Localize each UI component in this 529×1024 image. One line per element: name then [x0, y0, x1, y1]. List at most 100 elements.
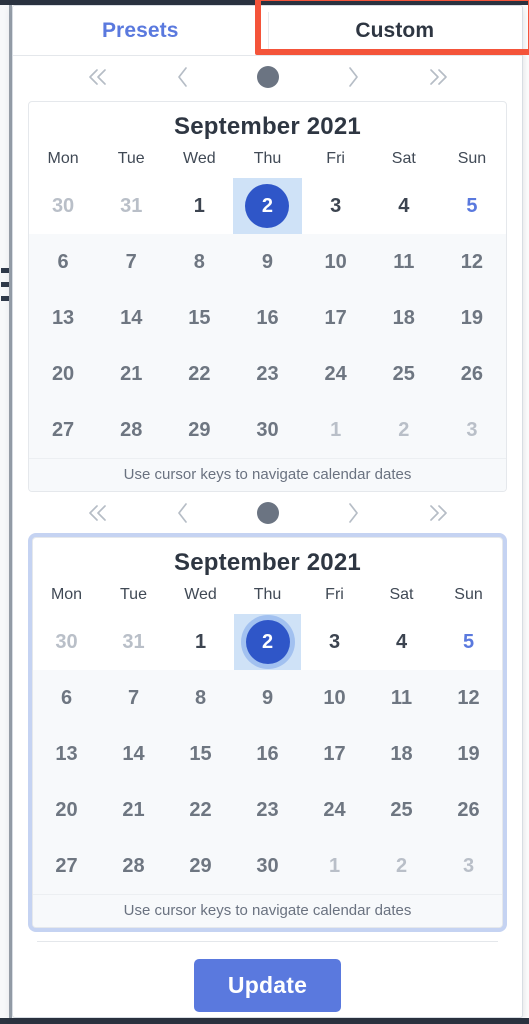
- prev-month-button[interactable]: [140, 492, 225, 534]
- prev-year-button[interactable]: [55, 56, 140, 98]
- prev-month-button[interactable]: [140, 56, 225, 98]
- calendar-day-2[interactable]: 2: [233, 178, 302, 234]
- calendar-day-5[interactable]: 5: [437, 178, 506, 234]
- calendar-day-4[interactable]: 4: [368, 614, 435, 670]
- calendar-day-20[interactable]: 20: [33, 782, 100, 838]
- calendar-week-row: 27 28 29 30 1 2 3: [29, 402, 506, 458]
- calendar-day-15[interactable]: 15: [167, 726, 234, 782]
- calendar-day-3[interactable]: 3: [301, 178, 370, 234]
- calendar-day-29[interactable]: 29: [167, 838, 234, 894]
- calendar-day-10[interactable]: 10: [301, 234, 370, 290]
- calendar-day-14[interactable]: 14: [100, 726, 167, 782]
- next-year-button[interactable]: [395, 492, 480, 534]
- calendar-day-3[interactable]: 3: [301, 614, 368, 670]
- calendar-day-19[interactable]: 19: [435, 726, 502, 782]
- today-dot-button[interactable]: [225, 492, 310, 534]
- next-month-button[interactable]: [310, 56, 395, 98]
- calendar-day-2[interactable]: 2: [234, 614, 301, 670]
- calendar-day-17[interactable]: 17: [301, 290, 370, 346]
- calendar-day-26[interactable]: 26: [437, 346, 506, 402]
- calendar-day-27[interactable]: 27: [29, 402, 98, 458]
- calendar-grid: Mon Tue Wed Thu Fri Sat Sun 30 31 1 2 3 4 5 6 7 8 9 10 11 1…: [33, 586, 502, 894]
- today-dot-icon: [256, 66, 279, 88]
- prev-year-button[interactable]: [55, 492, 140, 534]
- calendar-day-11[interactable]: 11: [368, 670, 435, 726]
- calendar-day-31[interactable]: 31: [97, 178, 166, 234]
- calendar-day-9[interactable]: 9: [234, 670, 301, 726]
- calendar-day-9[interactable]: 9: [233, 234, 302, 290]
- end-date-calendar-block: September 2021 Mon Tue Wed Thu Fri Sat Sun 30 3…: [13, 492, 522, 928]
- today-dot-button[interactable]: [225, 56, 310, 98]
- calendar-week-row: 6 7 8 9 10 11 12: [29, 234, 506, 290]
- calendar-day-15[interactable]: 15: [165, 290, 234, 346]
- calendar-day-25[interactable]: 25: [368, 782, 435, 838]
- calendar-day-26[interactable]: 26: [435, 782, 502, 838]
- calendar-day-18[interactable]: 18: [368, 726, 435, 782]
- calendar-day-8[interactable]: 8: [165, 234, 234, 290]
- calendar-day-28[interactable]: 28: [97, 402, 166, 458]
- next-month-button[interactable]: [310, 492, 395, 534]
- calendar-day-2[interactable]: 2: [368, 838, 435, 894]
- calendar-day-30[interactable]: 30: [33, 614, 100, 670]
- calendar-day-24[interactable]: 24: [301, 782, 368, 838]
- calendar-day-8[interactable]: 8: [167, 670, 234, 726]
- calendar-day-31[interactable]: 31: [100, 614, 167, 670]
- calendar-day-6[interactable]: 6: [29, 234, 98, 290]
- calendar-day-1[interactable]: 1: [165, 178, 234, 234]
- calendar-day-24[interactable]: 24: [301, 346, 370, 402]
- calendar-day-30[interactable]: 30: [233, 402, 302, 458]
- calendar-day-29[interactable]: 29: [165, 402, 234, 458]
- weekday-header-row: Mon Tue Wed Thu Fri Sat Sun: [33, 586, 502, 614]
- weekday-header-mon: Mon: [47, 150, 79, 167]
- calendar-day-3[interactable]: 3: [435, 838, 502, 894]
- calendar-day-13[interactable]: 13: [33, 726, 100, 782]
- calendar-day-10[interactable]: 10: [301, 670, 368, 726]
- calendar-day-14[interactable]: 14: [97, 290, 166, 346]
- calendar-day-1[interactable]: 1: [301, 838, 368, 894]
- calendar-day-1[interactable]: 1: [167, 614, 234, 670]
- calendar-day-28[interactable]: 28: [100, 838, 167, 894]
- calendar-day-6[interactable]: 6: [33, 670, 100, 726]
- calendar-day-30[interactable]: 30: [29, 178, 98, 234]
- calendar-day-7[interactable]: 7: [97, 234, 166, 290]
- next-year-button[interactable]: [395, 56, 480, 98]
- calendar-day-19[interactable]: 19: [437, 290, 506, 346]
- calendar-week-row: 13 14 15 16 17 18 19: [33, 726, 502, 782]
- calendar-day-18[interactable]: 18: [369, 290, 438, 346]
- calendar-day-16[interactable]: 16: [233, 290, 302, 346]
- calendar-day-21[interactable]: 21: [100, 782, 167, 838]
- calendar-day-2[interactable]: 2: [369, 402, 438, 458]
- calendar-day-12[interactable]: 12: [437, 234, 506, 290]
- calendar-day-23[interactable]: 23: [233, 346, 302, 402]
- calendar-body: 30 31 1 2 3 4 5 6 7 8 9 10 11 12 13 14 15 16 17 18 19 20 21 22 2…: [33, 614, 502, 894]
- calendar-day-25[interactable]: 25: [369, 346, 438, 402]
- calendar-day-11[interactable]: 11: [369, 234, 438, 290]
- tab-divider: [267, 12, 269, 50]
- weekday-header-sun: Sun: [454, 586, 483, 603]
- calendar-day-22[interactable]: 22: [167, 782, 234, 838]
- weekday-header-row: Mon Tue Wed Thu Fri Sat Sun: [29, 150, 506, 178]
- calendar-day-27[interactable]: 27: [33, 838, 100, 894]
- calendar-day-16[interactable]: 16: [234, 726, 301, 782]
- start-date-calendar-block: September 2021 Mon Tue Wed Thu Fri Sat Sun 30 3…: [13, 56, 522, 492]
- calendar-day-5[interactable]: 5: [435, 614, 502, 670]
- calendar-day-21[interactable]: 21: [97, 346, 166, 402]
- calendar-grid: Mon Tue Wed Thu Fri Sat Sun 30 31 1 2 3 4 5 6 7 8 9 10 11 1…: [29, 150, 506, 458]
- calendar-day-1[interactable]: 1: [301, 402, 370, 458]
- calendar-day-12[interactable]: 12: [435, 670, 502, 726]
- calendar-day-4[interactable]: 4: [369, 178, 438, 234]
- calendar-day-17[interactable]: 17: [301, 726, 368, 782]
- calendar-day-22[interactable]: 22: [165, 346, 234, 402]
- calendar-day-3[interactable]: 3: [437, 402, 506, 458]
- calendar-day-13[interactable]: 13: [29, 290, 98, 346]
- calendar-hint: Use cursor keys to navigate calendar dat…: [33, 894, 502, 927]
- calendar-day-20[interactable]: 20: [29, 346, 98, 402]
- end-date-calendar: September 2021 Mon Tue Wed Thu Fri Sat Sun 30 3…: [32, 537, 503, 928]
- calendar-day-23[interactable]: 23: [234, 782, 301, 838]
- calendar-day-30[interactable]: 30: [234, 838, 301, 894]
- selected-day-marker: 2: [245, 184, 290, 228]
- calendar-day-7[interactable]: 7: [100, 670, 167, 726]
- update-button[interactable]: Update: [193, 959, 342, 1012]
- tab-custom[interactable]: Custom: [267, 6, 522, 55]
- tab-presets[interactable]: Presets: [13, 6, 268, 55]
